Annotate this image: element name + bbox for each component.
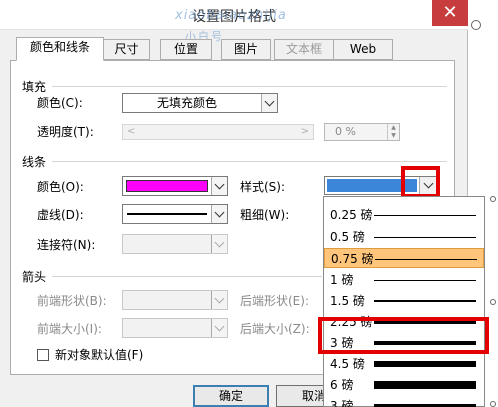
transparency-value: 0 % (335, 125, 356, 138)
line-weight-preview (374, 280, 476, 281)
highlight-box-3pt-item (318, 317, 489, 354)
list-item[interactable]: 1.5 磅 (324, 291, 484, 311)
end-size-label: 后端大小(Z): (240, 322, 310, 336)
list-item[interactable]: 3 磅 (324, 396, 484, 407)
line-style-list[interactable]: 0.25 磅 0.5 磅 0.75 磅 1 磅 1.5 磅 2.25 磅 3 磅… (323, 196, 485, 407)
resize-handle-icon (490, 299, 496, 305)
fill-color-dropdown[interactable]: 无填充颜色 (122, 93, 278, 113)
tab-picture[interactable]: 图片 (221, 39, 271, 60)
line-weight-preview (375, 259, 477, 260)
resize-handle-icon (490, 401, 496, 407)
transparency-label: 透明度(T): (37, 125, 94, 139)
line-style-label: 样式(S): (240, 180, 286, 194)
transparency-slider[interactable]: < > (122, 124, 314, 140)
dropdown-button[interactable] (211, 291, 227, 309)
begin-size-dropdown[interactable] (122, 318, 228, 338)
fill-color-label: 颜色(C): (37, 96, 83, 110)
begin-style-dropdown[interactable] (122, 290, 228, 310)
chevron-down-icon (214, 293, 225, 304)
list-item-selected[interactable]: 0.75 磅 (324, 248, 484, 268)
chevron-right-icon: > (300, 126, 309, 137)
tab-textbox[interactable]: 文本框 (274, 39, 334, 60)
tab-colors-and-lines[interactable]: 颜色和线条 (16, 37, 104, 61)
list-item[interactable]: 0.5 磅 (324, 227, 484, 247)
chevron-down-icon (264, 96, 275, 107)
fill-section-title: 填充 (22, 80, 47, 94)
begin-size-label: 前端大小(I): (37, 322, 102, 336)
arrows-section-title: 箭头 (22, 270, 47, 284)
watermark-text: xiaobaiaozhijia (175, 8, 287, 23)
dash-label: 虚线(D): (37, 208, 84, 222)
line-section-title: 线条 (22, 155, 47, 169)
list-item[interactable]: 6 磅 (324, 375, 484, 395)
ok-button[interactable]: 确定 (193, 385, 269, 407)
list-item[interactable]: 4.5 磅 (324, 354, 484, 374)
line-weight-preview (374, 215, 476, 216)
set-as-default-checkbox[interactable] (37, 349, 49, 361)
resize-handle-icon (490, 196, 496, 202)
list-item[interactable]: 1 磅 (324, 270, 484, 290)
connector-dropdown[interactable] (122, 234, 228, 254)
chevron-left-icon: < (127, 126, 136, 137)
dash-preview-line (127, 213, 207, 215)
section-divider (52, 86, 447, 87)
section-divider (52, 161, 447, 162)
chevron-down-icon (214, 321, 225, 332)
dropdown-button[interactable] (211, 235, 227, 253)
tab-web[interactable]: Web (333, 39, 393, 60)
dropdown-button[interactable] (211, 319, 227, 337)
connector-label: 连接符(N): (37, 238, 96, 252)
line-weight-preview (374, 381, 476, 389)
resize-handle-icon (471, 20, 481, 30)
line-color-label: 颜色(O): (37, 180, 84, 194)
chevron-down-icon (214, 179, 225, 190)
chevron-down-icon (214, 237, 225, 248)
dash-dropdown[interactable] (122, 204, 228, 224)
line-weight-preview (374, 237, 476, 238)
dropdown-button[interactable] (261, 94, 277, 112)
line-weight-preview (374, 361, 476, 367)
fill-color-value: 无填充颜色 (157, 96, 218, 110)
highlight-box-dropdown-button (401, 166, 440, 198)
tab-position[interactable]: 位置 (160, 39, 212, 60)
set-as-default-label: 新对象默认值(F) (55, 348, 144, 362)
line-color-dropdown[interactable] (122, 176, 228, 196)
chevron-down-icon (214, 207, 225, 218)
list-item[interactable]: 0.25 磅 (324, 205, 484, 225)
line-color-swatch (126, 180, 208, 192)
stepper-arrows-icon[interactable]: ▲ ▼ (387, 124, 399, 140)
weight-label: 粗细(W): (240, 208, 290, 222)
transparency-stepper[interactable]: 0 % ▲ ▼ (324, 123, 400, 141)
begin-style-label: 前端形状(B): (37, 294, 107, 308)
close-button[interactable]: ✕ (432, 0, 468, 26)
end-style-label: 后端形状(E): (240, 294, 309, 308)
line-weight-preview (374, 300, 476, 302)
tab-size[interactable]: 尺寸 (103, 39, 150, 60)
dropdown-button[interactable] (211, 177, 227, 195)
dropdown-button[interactable] (211, 205, 227, 223)
section-divider (52, 276, 322, 277)
